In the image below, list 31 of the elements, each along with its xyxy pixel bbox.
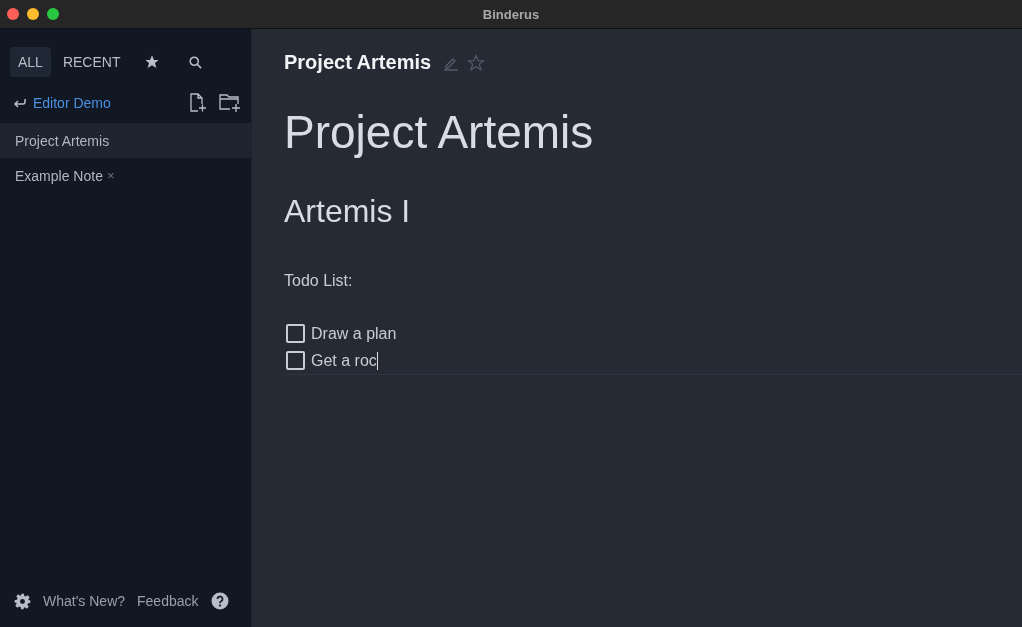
window-title: Binderus xyxy=(482,6,540,22)
note-title-heading: Project Artemis xyxy=(284,51,432,74)
sidebar-tab[interactable]: RECENT xyxy=(54,47,129,77)
todo-text: Draw a plan xyxy=(311,324,397,343)
star-icon xyxy=(144,54,161,70)
return-arrow-icon[interactable] xyxy=(13,97,27,109)
zoom-window-button[interactable] xyxy=(47,8,59,20)
new-file-icon[interactable] xyxy=(189,93,207,113)
text-cursor xyxy=(376,351,378,370)
subheading: Artemis I xyxy=(284,193,412,230)
footer-link[interactable]: What's New? xyxy=(43,593,126,609)
search-icon xyxy=(188,54,204,70)
todo-text: Get a roc xyxy=(311,351,377,370)
star-icon[interactable] xyxy=(467,53,486,72)
help-icon[interactable] xyxy=(210,592,229,610)
close-note-button[interactable]: × xyxy=(106,168,115,183)
new-folder-icon[interactable] xyxy=(219,93,241,113)
checkbox[interactable] xyxy=(286,324,305,343)
folder-link[interactable]: Editor Demo xyxy=(33,95,177,111)
note-item[interactable]: Example Note × xyxy=(0,158,251,193)
paragraph: Todo List: xyxy=(284,272,354,290)
note-title: Example Note xyxy=(15,167,103,184)
sidebar-tab[interactable]: ALL xyxy=(10,47,51,77)
note-title: Project Artemis xyxy=(15,132,110,149)
close-window-button[interactable] xyxy=(7,8,19,20)
minimize-window-button[interactable] xyxy=(27,8,39,20)
checkbox[interactable] xyxy=(286,351,305,370)
note-item[interactable]: Project Artemis xyxy=(0,123,251,158)
settings-icon[interactable] xyxy=(14,592,31,610)
heading: Project Artemis xyxy=(284,105,595,159)
footer-link[interactable]: Feedback xyxy=(137,593,199,609)
